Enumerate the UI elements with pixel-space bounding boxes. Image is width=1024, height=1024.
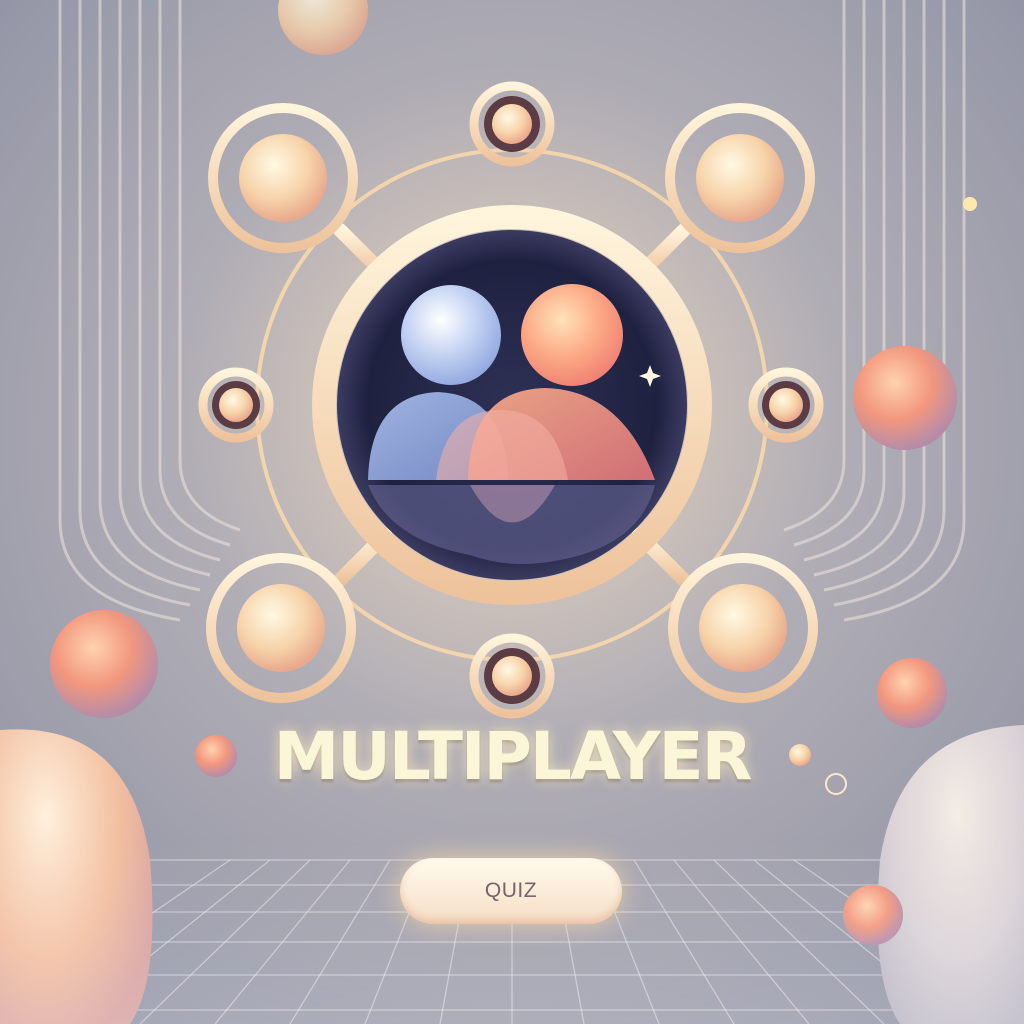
quiz-button[interactable]: QUIZ xyxy=(400,858,622,924)
floating-orb xyxy=(50,610,158,718)
quiz-button-label: QUIZ xyxy=(484,879,538,902)
players-network-icon xyxy=(198,81,824,719)
game-title: MULTIPLAYER xyxy=(273,718,753,795)
floating-orb xyxy=(853,346,957,450)
sparkle xyxy=(963,197,977,211)
